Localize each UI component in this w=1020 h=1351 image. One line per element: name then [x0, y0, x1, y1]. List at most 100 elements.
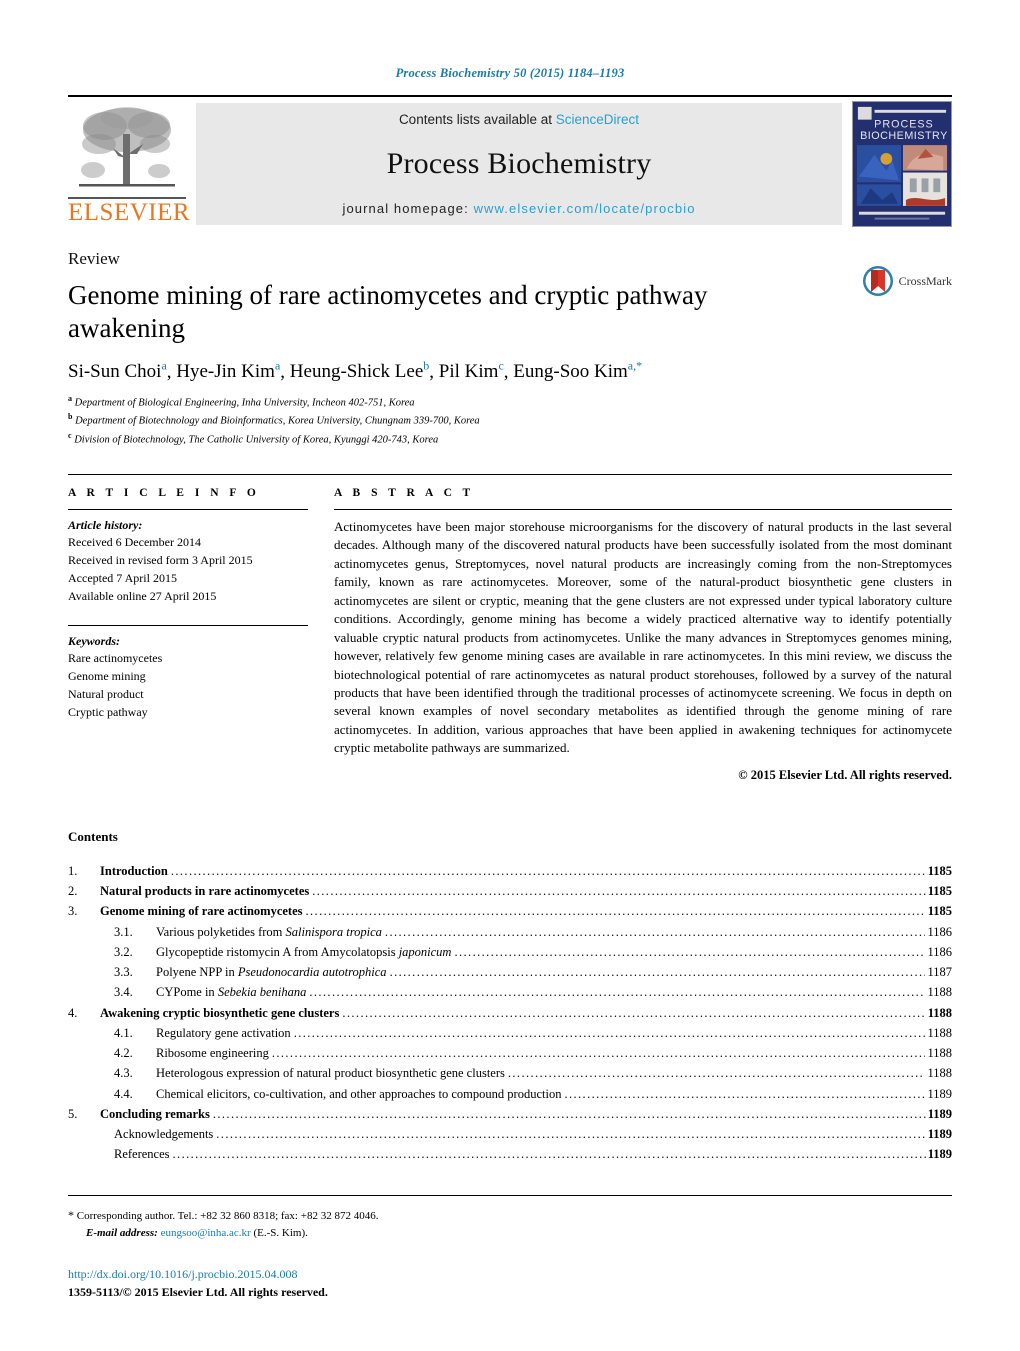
toc-entry-number: 4.4. [114, 1086, 133, 1101]
toc-leader-dots: ........................................… [564, 1086, 925, 1101]
toc-leader-dots: ........................................… [309, 985, 925, 1000]
toc-entry-label: Concluding remarks [100, 1106, 210, 1121]
toc-leader-dots: ........................................… [305, 904, 926, 919]
issn-copyright-line: 1359-5113/© 2015 Elsevier Ltd. All right… [68, 1284, 328, 1299]
article-history-item: Accepted 7 April 2015 [68, 570, 177, 585]
toc-entry-number: 4.2. [114, 1046, 133, 1061]
author-name: Si-Sun Choi [68, 361, 162, 383]
affiliation-text: Division of Biotechnology, The Catholic … [74, 434, 439, 446]
corresponding-author-text: Corresponding author. Tel.: +82 32 860 8… [76, 1209, 379, 1222]
footnote-star: * [68, 1207, 74, 1222]
toc-entry-number: 3.3. [114, 965, 133, 980]
contents-prefix: Contents lists available at [398, 112, 556, 127]
affiliation-mark: c [68, 430, 72, 440]
toc-leader-dots: ........................................… [216, 1127, 926, 1142]
elsevier-wordmark: ELSEVIER [68, 197, 191, 226]
email-note: E-mail address: eungsoo@inha.ac.kr (E.-S… [68, 1225, 952, 1243]
toc-entry-page: 1186 [927, 924, 952, 939]
toc-leader-dots: ........................................… [507, 1066, 926, 1081]
author-item: Hye-Jin Kima [176, 359, 280, 382]
toc-entry-page: 1189 [927, 1106, 952, 1121]
toc-leader-dots: ........................................… [172, 1147, 926, 1162]
doi-block: http://dx.doi.org/10.1016/j.procbio.2015… [68, 1265, 952, 1301]
abstract-copyright: © 2015 Elsevier Ltd. All rights reserved… [738, 767, 952, 782]
toc-entry-number: 3.1. [114, 924, 133, 939]
toc-entry-number: 3.4. [114, 985, 133, 1000]
toc-entry-page: 1189 [927, 1147, 952, 1162]
abstract-text: Actinomycetes have been major storehouse… [334, 518, 952, 756]
toc-entry-page: 1189 [927, 1127, 952, 1142]
footnotes: * Corresponding author. Tel.: +82 32 860… [68, 1206, 952, 1243]
email-suffix: (E.-S. Kim). [253, 1227, 308, 1240]
affiliation-item: a Department of Biological Engineering, … [68, 393, 952, 411]
toc-entry-label: Polyene NPP in Pseudonocardia autotrophi… [156, 965, 387, 980]
homepage-prefix: journal homepage: [342, 201, 474, 216]
article-info-heading: A R T I C L E I N F O [68, 486, 260, 499]
crossmark-label: CrossMark [898, 273, 952, 288]
toc-entry[interactable]: 3. Genome mining of rare actinomycetes...… [68, 901, 952, 921]
elsevier-logo: ELSEVIER [68, 101, 191, 227]
title-block: Review Genome mining of rare actinomycet… [68, 249, 952, 448]
contents-section: Contents 1. Introduction.................… [68, 829, 952, 1165]
toc-entry-number: 2. [68, 884, 78, 899]
author-list: Si-Sun Choia, Hye-Jin Kima, Heung-Shick … [68, 358, 643, 383]
toc-leader-dots: ........................................… [384, 924, 926, 939]
toc-entry-label: CYPome in Sebekia benihana [156, 985, 307, 1000]
divider [68, 508, 308, 510]
journal-title: Process Biochemistry [386, 147, 652, 180]
journal-cover-thumbnail[interactable]: PROCESS BIOCHEMISTRY [852, 101, 952, 227]
toc-entry-page: 1185 [927, 884, 952, 899]
article-info-column: A R T I C L E I N F O Article history: R… [68, 487, 308, 783]
author-item: Eung-Soo Kima,* [513, 358, 643, 383]
toc-entry[interactable]: 5. Concluding remarks....................… [68, 1104, 952, 1124]
table-of-contents: 1. Introduction..........................… [68, 861, 952, 1165]
toc-entry-label: Heterologous expression of natural produ… [156, 1066, 505, 1081]
affiliation-mark: b [68, 412, 73, 422]
toc-entry-page: 1186 [927, 944, 952, 959]
journal-masthead: ELSEVIER Contents lists available at Sci… [68, 95, 952, 227]
toc-entry[interactable]: 2. Natural products in rare actinomycetes… [68, 881, 952, 901]
toc-entry[interactable]: 3.3. Polyene NPP in Pseudonocardia autotr… [68, 962, 952, 982]
sciencedirect-link[interactable]: ScienceDirect [556, 112, 639, 127]
keyword-item: Cryptic pathway [68, 704, 148, 719]
author-name: Eung-Soo Kim [513, 361, 628, 383]
email-label: E-mail address: [86, 1227, 158, 1240]
toc-entry[interactable]: 4. Awakening cryptic biosynthetic gene cl… [68, 1003, 952, 1023]
running-head: Process Biochemistry 50 (2015) 1184–1193 [395, 66, 625, 80]
toc-leader-dots: ........................................… [312, 884, 925, 899]
affiliation-text: Department of Biotechnology and Bioinfor… [75, 415, 480, 427]
article-history-item: Available online 27 April 2015 [68, 588, 217, 603]
email-link[interactable]: eungsoo@inha.ac.kr [161, 1227, 251, 1239]
journal-homepage-link[interactable]: www.elsevier.com/locate/procbio [474, 201, 696, 216]
toc-entry-label: Genome mining of rare actinomycetes [100, 904, 303, 919]
author-affiliation-mark: a,* [627, 358, 643, 373]
toc-entry-number: 1. [68, 863, 78, 878]
affiliation-mark: a [68, 394, 72, 404]
toc-entry[interactable]: 4.3. Heterologous expression of natural p… [68, 1063, 952, 1083]
toc-entry-page: 1185 [927, 904, 952, 919]
toc-entry-page: 1188 [927, 985, 952, 1000]
toc-entry[interactable]: Acknowledgements........................… [68, 1124, 952, 1144]
toc-entry-number: 3. [68, 904, 78, 919]
toc-entry[interactable]: 3.1. Various polyketides from Salinispora… [68, 922, 952, 942]
author-item: Heung-Shick Leeb [290, 359, 429, 382]
author-item: Si-Sun Choia [68, 359, 167, 383]
toc-entry[interactable]: 3.4. CYPome in Sebekia benihana..........… [68, 982, 952, 1002]
toc-entry[interactable]: References..............................… [68, 1144, 952, 1164]
article-history-label: Article history: [68, 517, 143, 532]
toc-entry-label: Awakening cryptic biosynthetic gene clus… [100, 1005, 340, 1020]
doi-link[interactable]: http://dx.doi.org/10.1016/j.procbio.2015… [68, 1265, 952, 1283]
toc-entry-page: 1185 [927, 863, 952, 878]
toc-entry-page: 1188 [927, 1066, 952, 1081]
toc-entry[interactable]: 4.1. Regulatory gene activation..........… [68, 1023, 952, 1043]
crossmark-badge[interactable]: CrossMark [862, 265, 952, 297]
toc-entry[interactable]: 1. Introduction..........................… [68, 861, 952, 881]
author-item: Pil Kimc [439, 359, 504, 382]
toc-entry[interactable]: 3.2. Glycopeptide ristomycin A from Amyco… [68, 942, 952, 962]
toc-entry-number: 3.2. [114, 944, 133, 959]
toc-entry-label: References [114, 1147, 170, 1162]
toc-leader-dots: ........................................… [170, 863, 926, 878]
toc-entry-number: 4.3. [114, 1066, 133, 1081]
toc-entry[interactable]: 4.2. Ribosome engineering................… [68, 1043, 952, 1063]
toc-entry[interactable]: 4.4. Chemical elicitors, co-cultivation, … [68, 1084, 952, 1104]
